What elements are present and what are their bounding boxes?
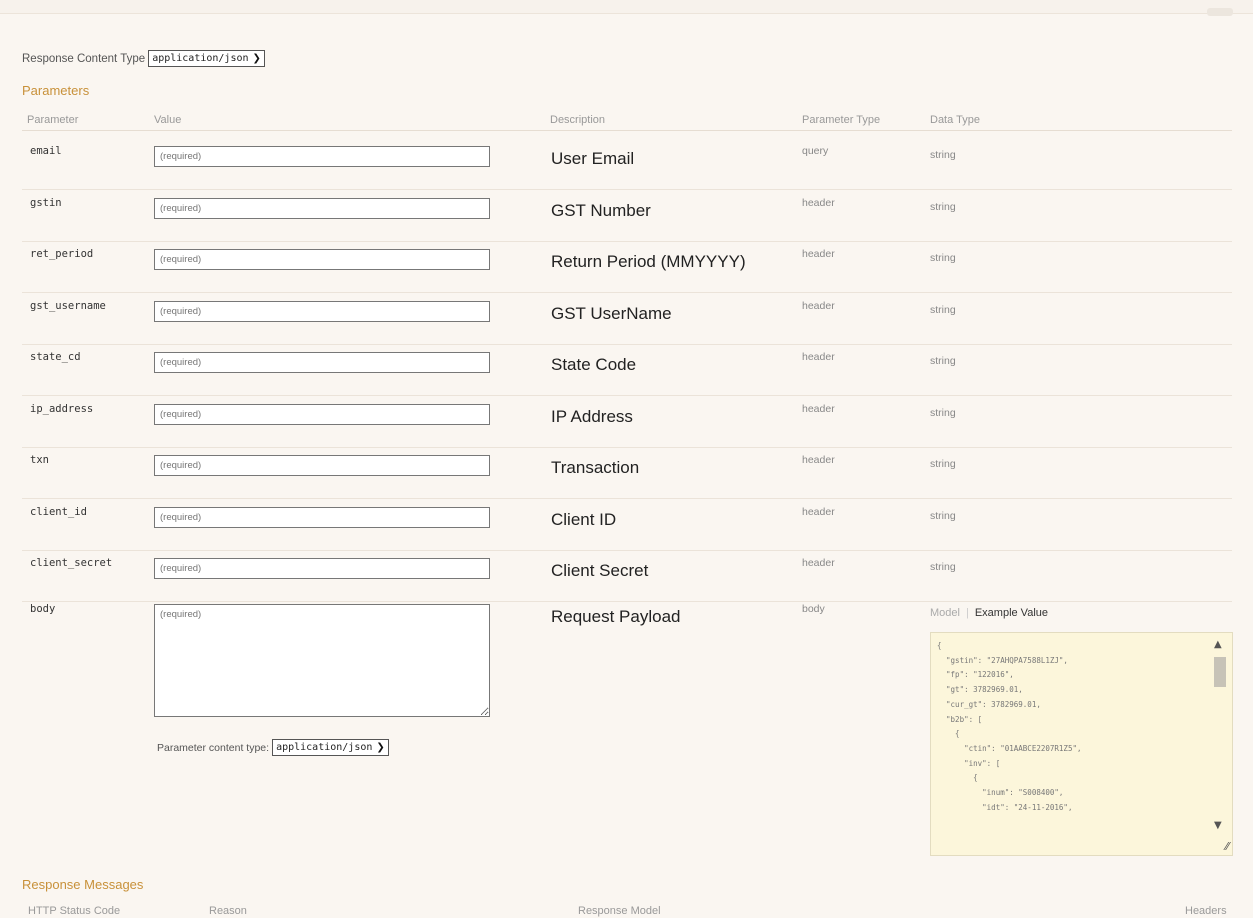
parameter-content-type-label: Parameter content type:	[157, 741, 270, 754]
chevron-down-icon: ❯	[376, 742, 385, 753]
param-description: User Email	[551, 149, 635, 168]
body-textarea[interactable]	[154, 604, 490, 717]
col-header-description: Description	[550, 114, 606, 126]
response-content-type-label: Response Content Type	[22, 52, 146, 65]
model-tabs: Model | Example Value	[930, 607, 1048, 619]
param-name: client_secret	[30, 557, 113, 569]
data-type: string	[930, 561, 956, 573]
resp-col-headers: Headers	[1185, 905, 1227, 917]
param-name: txn	[30, 454, 49, 466]
param-type: header	[802, 248, 835, 260]
param-name: client_id	[30, 505, 87, 518]
example-value-code: { "gstin": "27AHQPA7588L1ZJ", "fp": "122…	[937, 641, 1082, 812]
col-header-parameter: Parameter	[27, 114, 79, 126]
resp-col-response-model: Response Model	[578, 905, 661, 917]
panel-top-border	[0, 0, 1253, 16]
param-type: header	[802, 402, 835, 415]
client-secret-input[interactable]	[154, 558, 490, 579]
param-description: Client ID	[551, 509, 617, 529]
param-name: gst_username	[30, 299, 106, 312]
param-row-ip-address: ip_address IP Address header string	[22, 395, 1232, 448]
param-type: body	[802, 603, 825, 615]
param-row-state-cd: state_cd State Code header string	[22, 343, 1232, 396]
parameter-content-type-select[interactable]: application/json ❯	[272, 739, 389, 756]
parameter-content-type-row: Parameter content type: application/json…	[157, 739, 389, 756]
chevron-down-icon: ❯	[252, 53, 261, 64]
param-row-ret-period: ret_period Return Period (MMYYYY) header st…	[22, 240, 1232, 293]
parameters-title: Parameters	[22, 83, 90, 98]
param-type: query	[802, 145, 829, 157]
data-type: string	[930, 406, 956, 419]
scrollbar-thumb[interactable]	[1214, 657, 1226, 687]
col-header-parameter-type: Parameter Type	[802, 114, 881, 126]
scroll-up-arrow-icon[interactable]: ▲	[1214, 639, 1222, 650]
data-type: string	[930, 458, 956, 470]
tab-example-value[interactable]: Example Value	[975, 607, 1048, 619]
param-description: Transaction	[551, 458, 640, 477]
resize-grip-icon[interactable]: ⁄⁄	[1225, 840, 1229, 853]
param-row-gst-username: gst_username GST UserName header string	[22, 292, 1232, 345]
param-row-client-id: client_id Client ID header string	[22, 498, 1232, 551]
header-divider	[22, 130, 1232, 131]
scroll-down-arrow-icon[interactable]: ▼	[1214, 820, 1222, 831]
response-content-type-value: application/json	[152, 53, 249, 64]
response-content-type-row: Response Content Type application/json ❯	[22, 50, 265, 67]
col-header-value: Value	[154, 114, 182, 126]
param-type: header	[802, 351, 835, 363]
resp-col-http-status-code: HTTP Status Code	[28, 905, 121, 917]
param-type: header	[802, 557, 835, 569]
param-description: GST UserName	[551, 303, 672, 323]
col-header-data-type: Data Type	[930, 114, 980, 126]
param-description: Return Period (MMYYYY)	[551, 252, 746, 271]
tab-model[interactable]: Model	[930, 607, 960, 619]
gstin-input[interactable]	[154, 197, 490, 219]
param-type: header	[802, 505, 835, 518]
example-scrollbar[interactable]: ▲ ▼	[1209, 633, 1232, 855]
param-name: body	[30, 603, 56, 615]
param-row-body: body Parameter content type: application…	[22, 595, 1233, 865]
param-name: state_cd	[30, 351, 81, 363]
data-type: string	[930, 149, 956, 161]
email-input[interactable]	[154, 146, 490, 167]
param-description: State Code	[551, 355, 637, 374]
response-content-type-select[interactable]: application/json ❯	[148, 50, 265, 67]
data-type: string	[930, 200, 956, 213]
resp-col-reason: Reason	[209, 905, 247, 917]
param-row-gstin: gstin GST Number header string	[22, 189, 1232, 242]
param-type: header	[802, 299, 835, 312]
data-type: string	[930, 303, 956, 316]
param-name: ret_period	[30, 248, 94, 260]
param-row-email: email User Email query string	[22, 137, 1232, 190]
txn-input[interactable]	[154, 455, 490, 476]
client-id-input[interactable]	[154, 506, 490, 528]
state-cd-input[interactable]	[154, 352, 490, 373]
param-type: header	[802, 454, 835, 466]
param-row-txn: txn Transaction header string	[22, 446, 1232, 499]
parameter-content-type-value: application/json	[276, 742, 373, 753]
param-description: Client Secret	[551, 561, 649, 580]
ret-period-input[interactable]	[154, 249, 490, 270]
param-description: IP Address	[551, 406, 633, 426]
gst-username-input[interactable]	[154, 300, 490, 322]
data-type: string	[930, 355, 956, 367]
ip-address-input[interactable]	[154, 403, 490, 425]
param-name: ip_address	[30, 402, 94, 415]
param-type: header	[802, 196, 835, 209]
param-name: email	[30, 145, 62, 157]
param-name: gstin	[30, 196, 62, 209]
param-description: Request Payload	[551, 607, 681, 626]
example-value-box[interactable]: { "gstin": "27AHQPA7588L1ZJ", "fp": "122…	[930, 632, 1233, 856]
top-scroll-nub	[1207, 8, 1233, 16]
data-type: string	[930, 509, 956, 522]
response-messages-title: Response Messages	[22, 877, 144, 892]
param-description: GST Number	[551, 200, 651, 220]
tab-separator: |	[965, 607, 969, 619]
data-type: string	[930, 252, 956, 264]
